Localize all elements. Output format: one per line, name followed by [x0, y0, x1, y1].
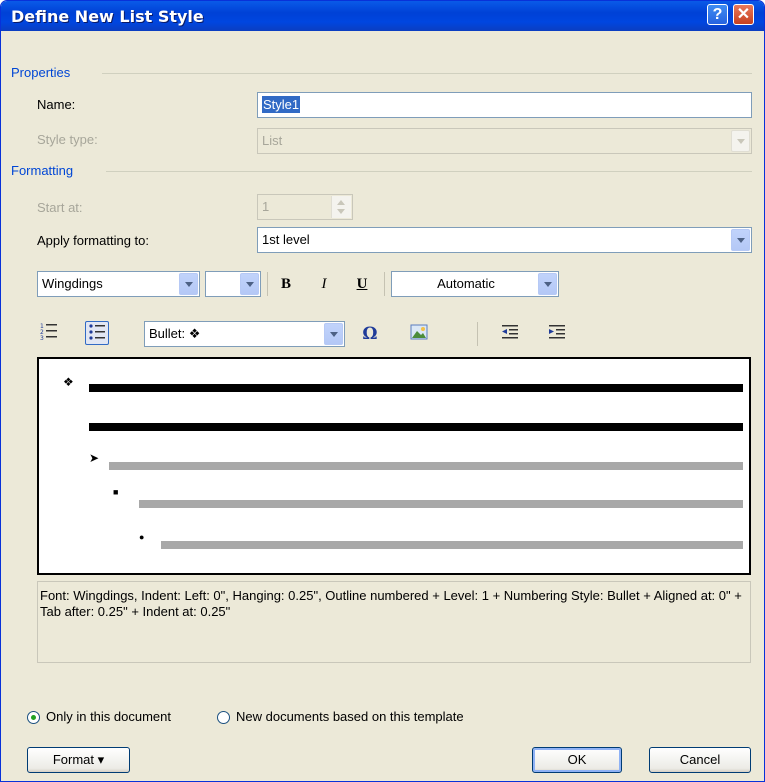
font-color-dropdown[interactable]: Automatic — [391, 271, 559, 297]
bullet-style-value: Bullet: ❖ — [149, 326, 201, 341]
close-button[interactable]: ✕ — [733, 4, 754, 25]
picture-icon[interactable] — [407, 322, 431, 346]
style-description: Font: Wingdings, Indent: Left: 0", Hangi… — [37, 581, 751, 663]
properties-section-label: Properties — [11, 65, 71, 80]
ok-button[interactable]: OK — [532, 747, 622, 773]
preview-line-level1 — [89, 384, 743, 392]
chevron-down-icon — [731, 229, 750, 251]
chevron-down-icon — [179, 273, 198, 295]
preview-bullet-level1: ❖ — [63, 375, 74, 389]
style-type-label: Style type: — [37, 132, 98, 147]
symbol-icon[interactable]: Ω — [358, 322, 382, 346]
title-bar: Define New List Style ? ✕ — [1, 1, 764, 31]
apply-formatting-label: Apply formatting to: — [37, 233, 149, 248]
apply-formatting-value: 1st level — [262, 232, 310, 247]
svg-text:3: 3 — [40, 335, 44, 341]
toolbar-separator — [477, 322, 478, 346]
start-at-label: Start at: — [37, 200, 83, 215]
new-documents-template-label: New documents based on this template — [236, 709, 464, 724]
apply-formatting-dropdown[interactable]: 1st level — [257, 227, 752, 253]
bold-button[interactable]: B — [274, 272, 298, 296]
decrease-indent-icon[interactable] — [498, 322, 522, 346]
start-at-value: 1 — [262, 199, 270, 214]
toolbar-separator — [267, 272, 268, 296]
italic-button[interactable]: I — [312, 272, 336, 296]
dialog-title: Define New List Style — [11, 7, 204, 26]
style-type-value: List — [262, 133, 283, 148]
font-value: Wingdings — [42, 276, 103, 291]
formatting-divider — [106, 171, 752, 172]
formatting-section-label: Formatting — [11, 163, 74, 178]
style-type-dropdown[interactable]: List — [257, 128, 752, 154]
preview-bullet-level4: ● — [139, 532, 145, 542]
help-button[interactable]: ? — [707, 4, 728, 25]
bullets-icon[interactable] — [85, 321, 109, 345]
preview-line-level1-cont — [89, 423, 743, 431]
toolbar-separator — [384, 272, 385, 296]
properties-divider — [102, 73, 752, 74]
list-preview: ❖ ➤ ■ ● — [37, 357, 751, 575]
increase-indent-icon[interactable] — [545, 322, 569, 346]
chevron-down-icon — [240, 273, 259, 295]
chevron-down-icon — [731, 130, 750, 152]
name-label: Name: — [37, 97, 76, 112]
preview-line-level4 — [161, 541, 743, 549]
name-field[interactable]: Style1 — [257, 92, 752, 118]
preview-bullet-level3: ■ — [113, 487, 119, 497]
numbering-icon[interactable]: 123 — [37, 321, 61, 345]
bullet-style-dropdown[interactable]: Bullet: ❖ — [144, 321, 345, 347]
format-button[interactable]: Format ▾ — [27, 747, 130, 773]
chevron-down-icon — [538, 273, 557, 295]
preview-line-level3 — [139, 500, 743, 508]
only-in-document-label: Only in this document — [46, 709, 172, 724]
font-dropdown[interactable]: Wingdings — [37, 271, 200, 297]
font-size-dropdown[interactable] — [205, 271, 261, 297]
cancel-button[interactable]: Cancel — [649, 747, 751, 773]
only-in-document-radio[interactable] — [27, 711, 40, 724]
new-documents-template-radio[interactable] — [217, 711, 230, 724]
start-at-spinner[interactable]: 1 — [257, 194, 353, 220]
underline-button[interactable]: U — [350, 272, 374, 296]
dialog-window: Define New List Style ? ✕ Properties Nam… — [0, 0, 765, 782]
preview-bullet-level2: ➤ — [89, 451, 100, 465]
chevron-down-icon — [324, 323, 343, 345]
name-value: Style1 — [262, 96, 301, 113]
font-color-value: Automatic — [437, 276, 495, 291]
spinner-arrows-icon[interactable] — [331, 196, 351, 218]
preview-line-level2 — [109, 462, 743, 470]
